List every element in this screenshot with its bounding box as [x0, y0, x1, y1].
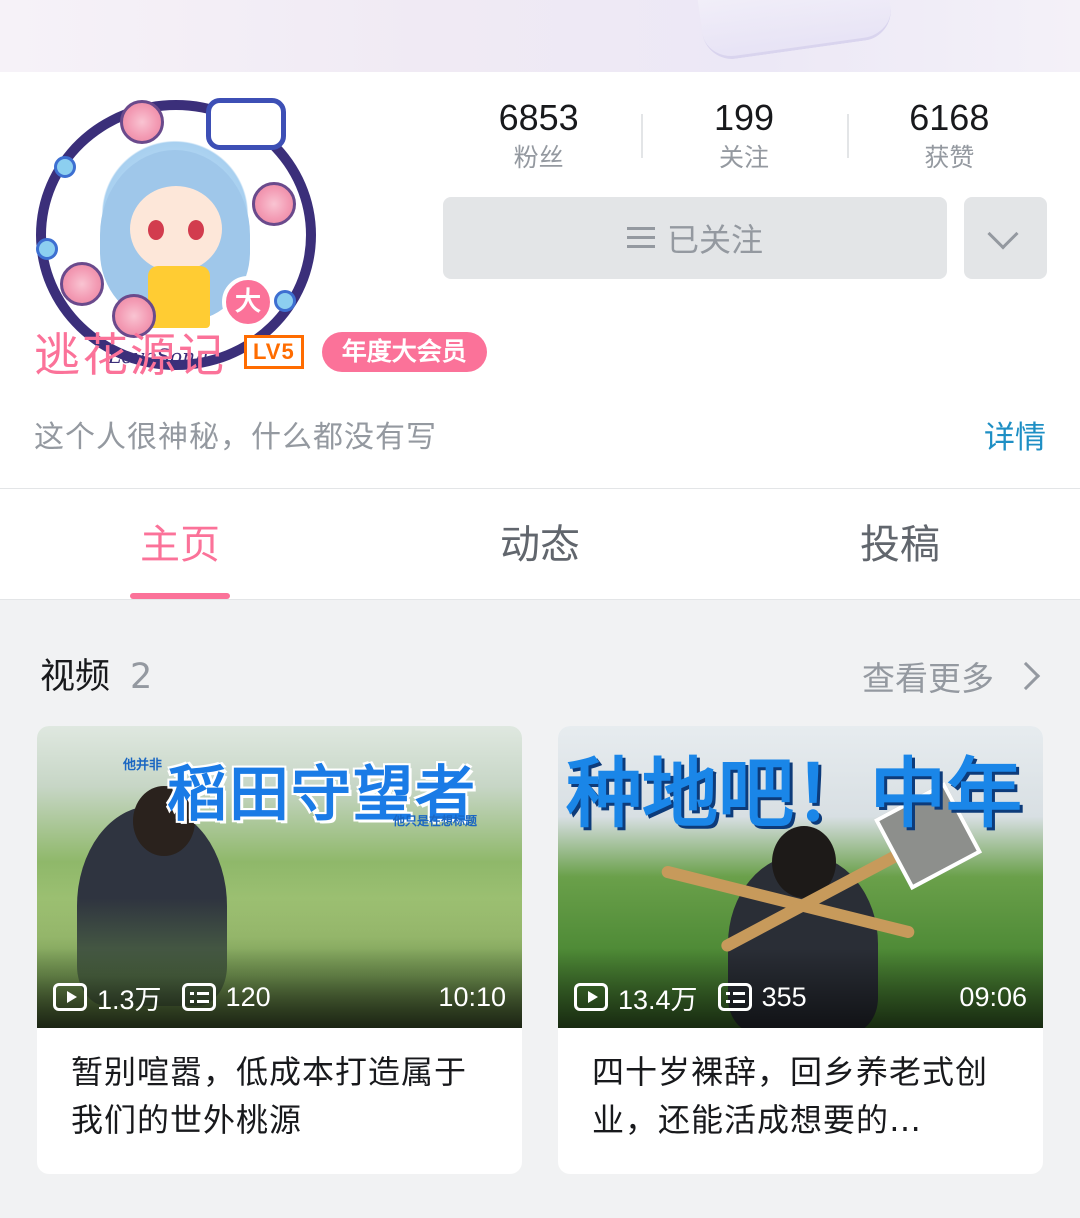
see-more-label: 查看更多	[862, 659, 994, 698]
danmaku-count: 355	[761, 981, 807, 1012]
section-title: 视频	[40, 657, 111, 697]
stat-label: 关注	[718, 143, 769, 172]
bubble-decoration	[274, 290, 296, 312]
avatar-pendant-badge: 大	[222, 276, 274, 328]
followed-button-label: 已关注	[666, 221, 763, 259]
level-badge: LV5	[244, 335, 304, 369]
profile-tabs: 主页 动态 投稿	[0, 488, 1080, 600]
stat-value: 199	[713, 97, 775, 138]
view-count: 1.3万	[97, 984, 162, 1015]
video-card[interactable]: 种地吧！中年 13.4万 355 09:06 四十岁裸辞，回乡养老式创业，还能活…	[558, 726, 1043, 1174]
stat-value: 6168	[909, 97, 990, 138]
rose-decoration	[252, 182, 296, 226]
rose-decoration	[60, 262, 104, 306]
video-thumbnail[interactable]: 种地吧！中年 13.4万 355 09:06	[558, 726, 1043, 1028]
avatar-eye-left	[148, 220, 164, 240]
video-duration: 10:10	[438, 981, 506, 1012]
active-tab-indicator	[130, 593, 230, 599]
view-count: 13.4万	[618, 984, 698, 1015]
danmaku-icon	[181, 983, 216, 1011]
video-title[interactable]: 四十岁裸辞，回乡养老式创业，还能活成想要的…	[592, 1048, 1012, 1144]
video-thumbnail[interactable]: 他并非 稻田守望者 他只是在想标题 1.3万 120 10:10	[37, 726, 522, 1028]
more-options-button[interactable]	[964, 197, 1047, 279]
video-card[interactable]: 他并非 稻田守望者 他只是在想标题 1.3万 120 10:10 暂别喧嚣，低成…	[37, 726, 522, 1174]
banner-decoration	[695, 0, 895, 63]
thumbnail-small-text: 他并非	[123, 758, 163, 773]
videos-section-title: 视频 2	[40, 648, 152, 699]
stat-followers[interactable]: 6853 粉丝	[436, 94, 641, 184]
bubble-decoration	[36, 238, 58, 260]
menu-icon	[626, 227, 655, 249]
danmaku-icon	[717, 983, 752, 1011]
stat-label: 粉丝	[513, 143, 564, 172]
section-count: 2	[130, 657, 153, 697]
profile-banner	[0, 0, 1080, 72]
tab-home[interactable]: 主页	[0, 489, 360, 599]
chevron-down-icon	[987, 218, 1019, 250]
profile-header: 大 LoveSong 6853 粉丝 199 关注 6168 获赞 已关注 逃花…	[0, 72, 1080, 488]
detail-link[interactable]: 详情	[984, 412, 1046, 457]
thumbnail-text: 种地吧！中年	[566, 749, 1022, 838]
danmaku-count: 120	[225, 981, 271, 1012]
bio-text: 这个人很神秘，什么都没有写	[34, 420, 437, 455]
stat-label: 获赞	[924, 143, 975, 172]
play-count-icon	[574, 983, 608, 1011]
rose-decoration	[120, 100, 164, 144]
avatar-eye-right	[188, 220, 204, 240]
thumbnail-sub-text: 他只是在想标题	[393, 814, 478, 828]
bubble-decoration	[54, 156, 76, 178]
video-meta: 13.4万 355 09:06	[574, 980, 1027, 1015]
stats-row: 6853 粉丝 199 关注 6168 获赞	[436, 94, 1052, 184]
name-row: 逃花源记 LV5 年度大会员	[34, 322, 487, 382]
followed-button[interactable]: 已关注	[443, 197, 947, 279]
avatar-face	[130, 186, 222, 272]
chevron-right-icon	[1011, 661, 1041, 691]
stat-following[interactable]: 199 关注	[641, 94, 846, 184]
avatar-bow	[206, 98, 286, 150]
video-duration: 09:06	[959, 981, 1027, 1012]
see-more-link[interactable]: 查看更多	[862, 652, 1041, 700]
tab-uploads[interactable]: 投稿	[720, 489, 1080, 599]
vip-badge[interactable]: 年度大会员	[321, 332, 487, 372]
play-count-icon	[53, 983, 87, 1011]
tab-dynamic[interactable]: 动态	[360, 489, 720, 599]
stat-likes[interactable]: 6168 获赞	[846, 94, 1052, 184]
stat-value: 6853	[498, 97, 579, 138]
username: 逃花源记	[34, 328, 226, 382]
video-title[interactable]: 暂别喧嚣，低成本打造属于我们的世外桃源	[71, 1048, 491, 1144]
video-meta: 1.3万 120 10:10	[53, 980, 506, 1015]
